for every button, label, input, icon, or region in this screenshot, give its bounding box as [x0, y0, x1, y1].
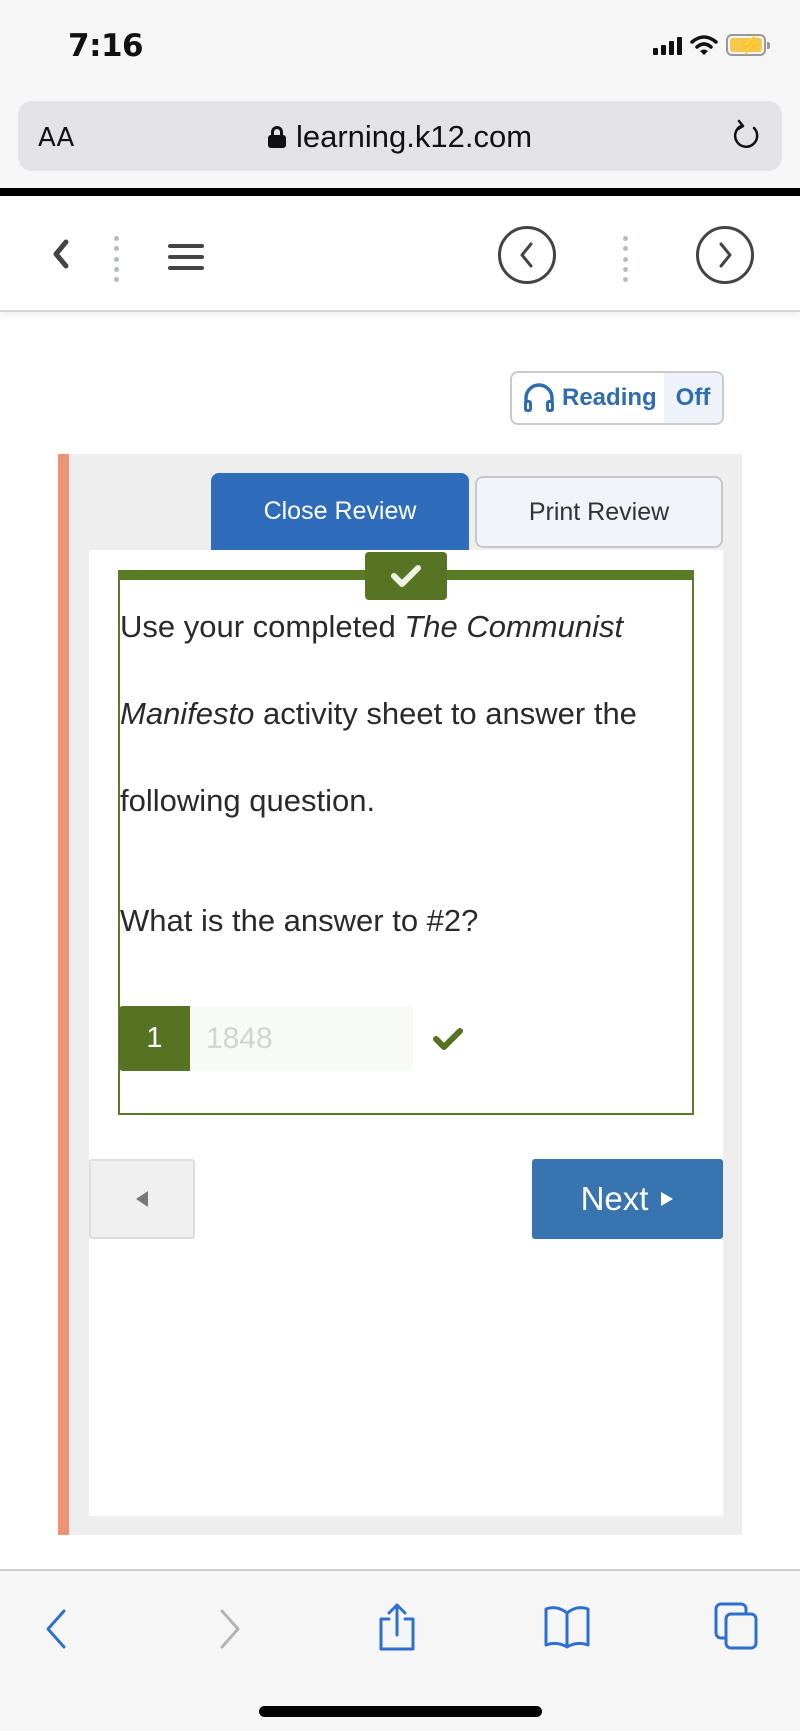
- close-review-button[interactable]: Close Review: [211, 473, 469, 550]
- forward-icon[interactable]: [214, 1607, 244, 1651]
- app-toolbar: [0, 196, 800, 312]
- triangle-right-icon: [661, 1192, 674, 1206]
- reading-toggle-main: Reading: [512, 373, 664, 423]
- back-chevron-icon[interactable]: [46, 234, 76, 274]
- triangle-left-icon: [136, 1191, 148, 1207]
- menu-icon[interactable]: [168, 244, 204, 270]
- wifi-icon: [690, 35, 718, 55]
- next-label: Next: [580, 1180, 649, 1217]
- question-line-3: following question.: [120, 783, 376, 818]
- correct-badge: [365, 552, 447, 600]
- reading-state: Off: [664, 373, 722, 423]
- tabs-icon[interactable]: [713, 1601, 761, 1651]
- separator: [114, 236, 120, 282]
- url-text: learning.k12.com: [295, 119, 533, 154]
- question-prompt: What is the answer to #2?: [120, 903, 479, 938]
- reload-icon[interactable]: [730, 119, 764, 153]
- answer-row: 1 1848: [119, 1006, 463, 1071]
- print-review-button[interactable]: Print Review: [475, 476, 723, 548]
- answer-number: 1: [119, 1006, 190, 1071]
- status-time: 7:16: [68, 28, 144, 64]
- reading-toggle[interactable]: Reading Off: [510, 371, 724, 425]
- previous-circle-button[interactable]: [498, 226, 556, 284]
- home-indicator: [259, 1706, 542, 1717]
- question-text: activity sheet to answer the: [254, 696, 637, 731]
- reading-label: Reading: [562, 384, 657, 411]
- share-icon[interactable]: [375, 1601, 419, 1653]
- status-bar: 7:16 ⚡: [0, 0, 800, 95]
- signal-icon: [653, 35, 682, 55]
- previous-button[interactable]: [89, 1159, 195, 1239]
- lock-icon: [267, 126, 286, 148]
- separator: [623, 236, 629, 282]
- next-circle-button[interactable]: [696, 226, 754, 284]
- correct-check-icon: [433, 1028, 463, 1050]
- answer-value: 1848: [206, 1022, 273, 1055]
- accent-strip: [58, 454, 69, 1535]
- bookmarks-icon[interactable]: [542, 1603, 592, 1649]
- battery-charging-icon: ⚡: [726, 34, 770, 56]
- back-icon[interactable]: [42, 1607, 72, 1651]
- question-title-italic: Manifesto: [120, 696, 255, 731]
- address-bar[interactable]: AA learning.k12.com: [18, 101, 782, 171]
- next-circle-icon: [719, 242, 732, 268]
- divider: [0, 188, 800, 196]
- checkmark-icon: [391, 565, 421, 587]
- previous-circle-icon: [520, 242, 533, 268]
- question-text: Use your completed: [120, 609, 405, 644]
- url-display[interactable]: learning.k12.com: [18, 119, 782, 155]
- question-title-italic: The Communist: [404, 609, 624, 644]
- browser-address-area: AA learning.k12.com: [0, 95, 800, 188]
- question-line-2: Manifesto activity sheet to answer the: [120, 698, 690, 729]
- answer-field: 1848: [190, 1006, 463, 1071]
- headphones-icon: [524, 383, 554, 412]
- question-line-1: Use your completed The Communist: [120, 611, 690, 642]
- next-button[interactable]: Next: [532, 1159, 723, 1239]
- status-icons: ⚡: [653, 34, 770, 56]
